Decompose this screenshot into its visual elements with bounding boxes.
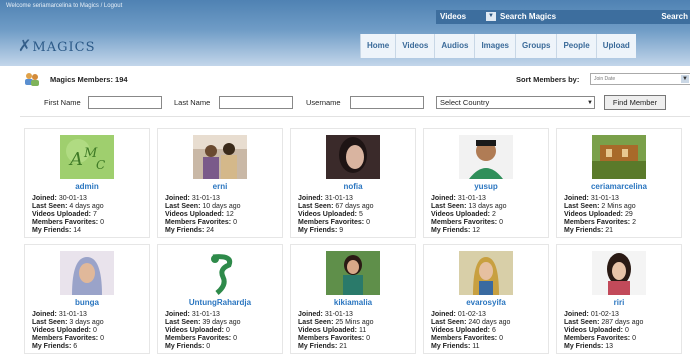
divider [20, 116, 690, 117]
member-avatar[interactable] [60, 251, 114, 295]
nav-home[interactable]: Home [360, 34, 396, 58]
svg-text:C: C [96, 158, 105, 172]
country-select[interactable]: Select Country ▼ [436, 96, 595, 109]
member-username[interactable]: erni [158, 182, 282, 191]
nav-upload[interactable]: Upload [595, 34, 636, 58]
member-username[interactable]: riri [557, 298, 681, 307]
welcome-text[interactable]: Welcome seriamarcelina to Magics / Logou… [6, 3, 122, 9]
username-input[interactable] [350, 96, 424, 109]
nav-groups[interactable]: Groups [515, 34, 557, 58]
first-name-label: First Name [44, 98, 81, 107]
member-info: Joined: 31-01-13 Last Seen: 13 days ago … [431, 195, 507, 234]
member-username[interactable]: kikiamalia [291, 298, 415, 307]
member-info: Joined: 31-01-13 Last Seen: 2 Mins ago V… [564, 195, 636, 234]
member-card[interactable]: erni Joined: 31-01-13 Last Seen: 10 days… [157, 128, 283, 238]
member-info: Joined: 31-01-13 Last Seen: 10 days ago … [165, 195, 241, 234]
chevron-down-icon: ▼ [681, 75, 689, 83]
member-card[interactable]: ceriamarcelina Joined: 31-01-13 Last See… [556, 128, 682, 238]
sort-select-value: Join Date [594, 76, 616, 82]
member-info: Joined: 01-02-13 Last Seen: 240 days ago… [431, 311, 511, 350]
member-username[interactable]: yusup [424, 182, 548, 191]
sort-label: Sort Members by: [516, 75, 580, 84]
member-info: Joined: 31-01-13 Last Seen: 39 days ago … [165, 311, 241, 350]
member-card[interactable]: bunga Joined: 31-01-13 Last Seen: 3 days… [24, 244, 150, 354]
member-avatar[interactable] [592, 135, 646, 179]
member-avatar[interactable]: A M C [60, 135, 114, 179]
member-avatar[interactable] [326, 135, 380, 179]
member-card[interactable]: kikiamalia Joined: 31-01-13 Last Seen: 2… [290, 244, 416, 354]
site-logo[interactable]: ✗MAGICS [18, 36, 95, 55]
member-username[interactable]: UntungRahardja [158, 298, 282, 307]
member-info: Joined: 31-01-13 Last Seen: 3 days ago V… [32, 311, 104, 350]
member-avatar[interactable] [193, 251, 247, 295]
last-name-label: Last Name [174, 98, 211, 107]
member-info: Joined: 30-01-13 Last Seen: 4 days ago V… [32, 195, 104, 234]
member-username[interactable]: evarosyifa [424, 298, 548, 307]
search-bar: Videos ▼ Search Magics Search [436, 10, 690, 24]
member-info: Joined: 31-01-13 Last Seen: 67 days ago … [298, 195, 374, 234]
nav-audios[interactable]: Audios [434, 34, 475, 58]
member-username[interactable]: admin [25, 182, 149, 191]
svg-text:A: A [68, 149, 83, 170]
member-avatar[interactable] [326, 251, 380, 295]
country-select-value: Select Country [440, 98, 490, 107]
username-label: Username [306, 98, 341, 107]
first-name-input[interactable] [88, 96, 162, 109]
search-button[interactable]: Search [644, 11, 688, 23]
member-card[interactable]: UntungRahardja Joined: 31-01-13 Last See… [157, 244, 283, 354]
member-card[interactable]: nofia Joined: 31-01-13 Last Seen: 67 day… [290, 128, 416, 238]
member-card[interactable]: evarosyifa Joined: 01-02-13 Last Seen: 2… [423, 244, 549, 354]
chevron-down-icon[interactable]: ▼ [486, 12, 496, 21]
member-avatar[interactable] [459, 135, 513, 179]
members-bar: Magics Members: 194 Sort Members by: Joi… [20, 70, 690, 90]
site-header: Welcome seriamarcelina to Magics / Logou… [0, 0, 690, 66]
member-info: Joined: 01-02-13 Last Seen: 287 days ago… [564, 311, 644, 350]
member-avatar[interactable] [459, 251, 513, 295]
member-filter-form: First Name Last Name Username Select Cou… [0, 94, 690, 110]
member-username[interactable]: nofia [291, 182, 415, 191]
member-username[interactable]: bunga [25, 298, 149, 307]
member-avatar[interactable] [193, 135, 247, 179]
main-nav: Home Videos Audios Images Groups People … [360, 34, 636, 58]
nav-people[interactable]: People [556, 34, 596, 58]
nav-videos[interactable]: Videos [395, 34, 435, 58]
search-input[interactable]: Search Magics [500, 11, 640, 23]
member-card[interactable]: yusup Joined: 31-01-13 Last Seen: 13 day… [423, 128, 549, 238]
member-avatar[interactable] [592, 251, 646, 295]
member-card[interactable]: riri Joined: 01-02-13 Last Seen: 287 day… [556, 244, 682, 354]
chevron-down-icon: ▼ [587, 100, 593, 106]
members-count-title: Magics Members: 194 [50, 75, 128, 84]
sort-select[interactable]: Join Date ▼ [590, 73, 690, 85]
last-name-input[interactable] [219, 96, 293, 109]
member-info: Joined: 31-01-13 Last Seen: 25 Mins ago … [298, 311, 374, 350]
nav-images[interactable]: Images [474, 34, 516, 58]
logo-x-icon: ✗ [18, 36, 33, 55]
logo-text: MAGICS [32, 40, 96, 55]
find-member-button[interactable]: Find Member [604, 95, 666, 110]
member-username[interactable]: ceriamarcelina [557, 182, 681, 191]
members-icon [25, 73, 39, 86]
member-card[interactable]: A M C admin Joined: 30-01-13 Last Seen: … [24, 128, 150, 238]
